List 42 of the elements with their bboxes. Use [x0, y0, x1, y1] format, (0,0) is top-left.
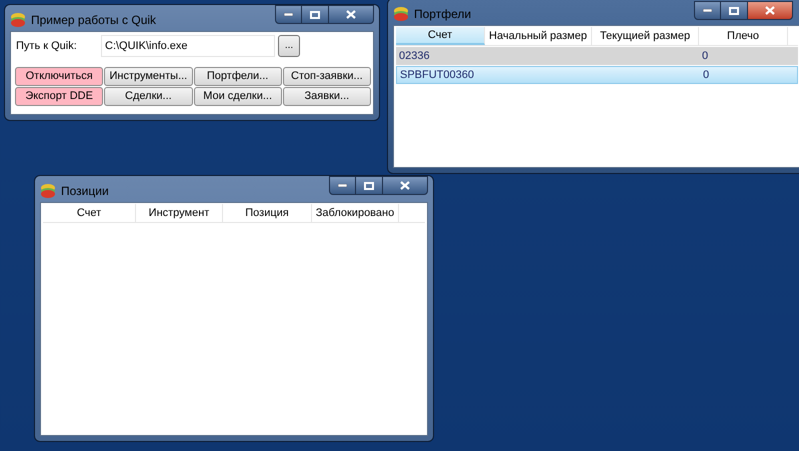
action-button[interactable]: Экспорт DDE — [15, 87, 104, 106]
minimize-button[interactable] — [275, 5, 302, 24]
path-label: Путь к Quik: — [15, 38, 78, 54]
table-row[interactable]: SPBFUT00360 0 — [396, 66, 798, 84]
table-cell-text: 0 — [703, 68, 710, 83]
action-button[interactable]: Стоп-заявки... — [282, 67, 371, 86]
action-button[interactable]: Заявки... — [282, 87, 371, 106]
window-title: Пример работы с Quik — [31, 12, 156, 29]
path-field[interactable]: C:\QUIK\info.exe — [101, 35, 275, 57]
action-button[interactable]: Отключиться — [15, 67, 104, 86]
close-icon — [765, 6, 775, 15]
maximize-button[interactable] — [302, 5, 328, 24]
window-title: Портфели — [414, 6, 472, 23]
table-row[interactable]: 02336 0 — [396, 47, 798, 65]
maximize-button[interactable] — [721, 1, 747, 20]
table-cell-text: SPBFUT00360 — [400, 68, 474, 83]
maximize-icon — [729, 6, 739, 14]
app-icon — [10, 12, 26, 28]
close-icon — [346, 10, 356, 19]
minimize-button[interactable] — [694, 1, 721, 20]
window-title: Позиции — [61, 183, 109, 200]
close-button[interactable] — [328, 5, 374, 24]
maximize-button[interactable] — [356, 176, 382, 195]
close-icon — [400, 181, 410, 190]
maximize-icon — [364, 182, 374, 190]
action-button[interactable]: Портфели... — [194, 67, 282, 86]
action-button[interactable]: Инструменты... — [104, 67, 192, 86]
minimize-icon — [703, 9, 712, 12]
maximize-icon — [310, 10, 320, 18]
app-icon — [393, 6, 409, 22]
minimize-icon — [284, 13, 293, 16]
minimize-icon — [338, 184, 347, 187]
close-button[interactable] — [747, 1, 793, 20]
browse-button[interactable]: ... — [278, 35, 300, 57]
minimize-button[interactable] — [329, 176, 356, 195]
close-button[interactable] — [382, 176, 428, 195]
action-button[interactable]: Мои сделки... — [194, 87, 282, 106]
action-button[interactable]: Сделки... — [104, 87, 192, 106]
table-cell-text: 02336 — [399, 48, 430, 64]
table-cell-text: 0 — [702, 48, 708, 64]
column-header[interactable]: Счет — [396, 27, 485, 45]
app-icon — [40, 183, 56, 199]
